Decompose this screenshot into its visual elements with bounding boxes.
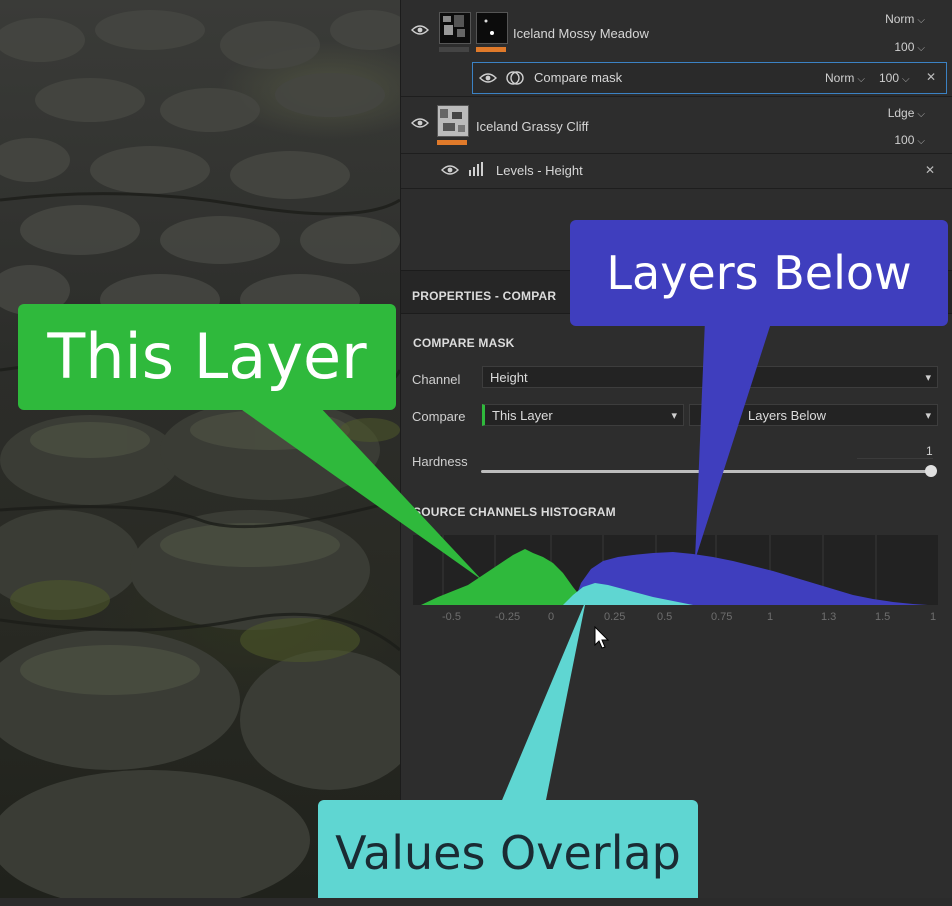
values-overlap-callout: Values Overlap: [318, 800, 698, 898]
callout-pointers: [235, 320, 772, 805]
this-layer-callout: This Layer: [18, 304, 396, 410]
this-layer-pointer: [235, 405, 482, 580]
mouse-cursor-icon: [594, 626, 610, 649]
layers-below-callout: Layers Below: [570, 220, 948, 326]
values-overlap-pointer: [500, 600, 586, 805]
layers-below-pointer: [695, 320, 772, 560]
